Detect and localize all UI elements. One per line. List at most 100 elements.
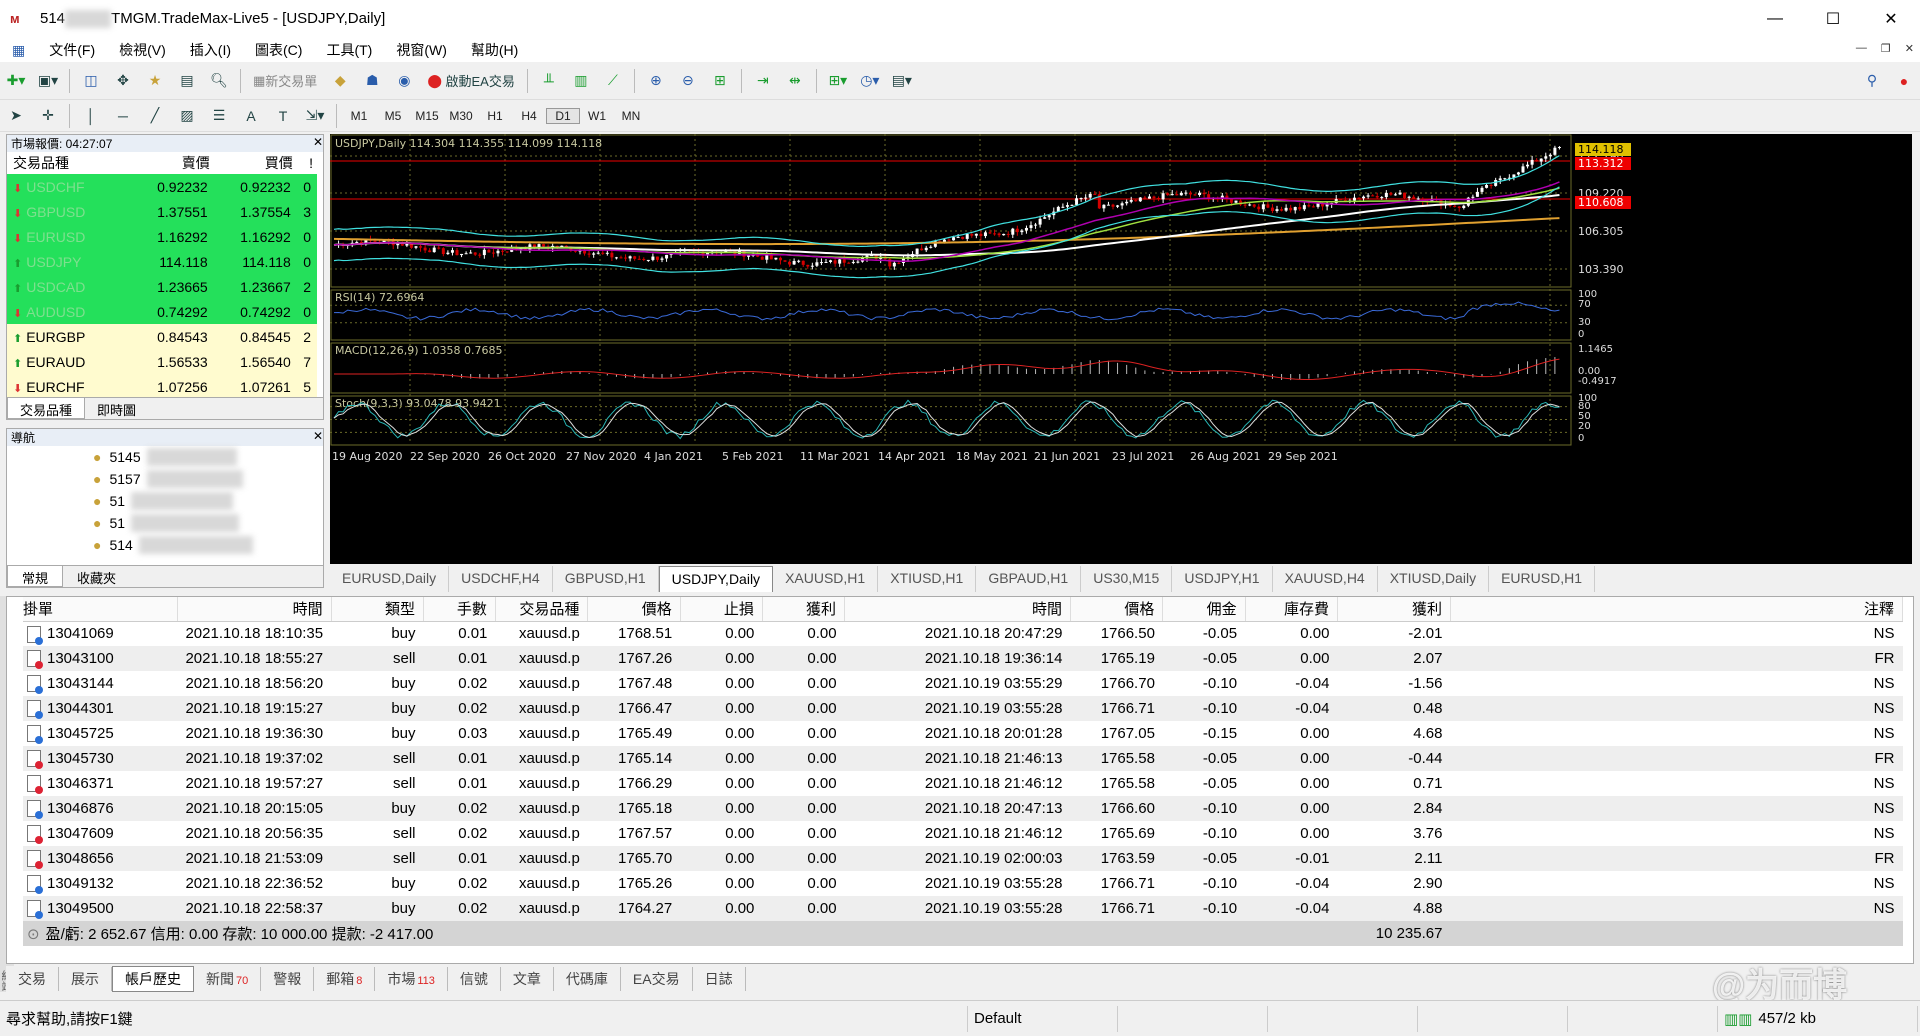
chart-tab[interactable]: USDJPY,H1: [1172, 566, 1273, 592]
data-window-icon[interactable]: ✥: [110, 68, 136, 94]
table-row[interactable]: 13048656 2021.10.18 21:53:09 sell 0.01 xauus…: [23, 846, 1903, 871]
chart-tab[interactable]: XAUUSD,H4: [1273, 566, 1378, 592]
chart-tab[interactable]: GBPUSD,H1: [553, 566, 659, 592]
navigator-account-item[interactable]: ● 51: [7, 512, 323, 534]
table-row[interactable]: 13043144 2021.10.18 18:56:20 buy 0.02 xauusd…: [23, 671, 1903, 696]
column-header[interactable]: 止損: [680, 597, 763, 622]
line-chart-icon[interactable]: ⟋: [600, 68, 626, 94]
terminal-tab[interactable]: 日誌: [693, 967, 746, 991]
market-watch-row[interactable]: ⬆ USDCAD 1.23665 1.23667 2: [7, 274, 317, 299]
table-row[interactable]: 13045730 2021.10.18 19:37:02 sell 0.01 xauus…: [23, 746, 1903, 771]
timeframe-m15[interactable]: M15: [410, 109, 444, 123]
market-watch-row[interactable]: ⬆ EURGBP 0.84543 0.84545 2: [7, 324, 317, 349]
chart-tab[interactable]: XTIUSD,Daily: [1378, 566, 1490, 592]
vps-icon[interactable]: ◉: [391, 68, 417, 94]
chart-shift-icon[interactable]: ⇹: [782, 68, 808, 94]
symbol-cell[interactable]: ⬇ GBPUSD: [7, 199, 131, 224]
menu-help[interactable]: 幫助(H): [459, 40, 530, 60]
timeframe-d1[interactable]: D1: [546, 107, 580, 124]
column-header[interactable]: 時間: [844, 597, 1071, 622]
timeframe-h4[interactable]: H4: [512, 109, 546, 123]
table-row[interactable]: 13049132 2021.10.18 22:36:52 buy 0.02 xauusd…: [23, 871, 1903, 896]
price-chart[interactable]: USDJPY,Daily 114.304 114.355 114.099 114…: [330, 134, 1912, 564]
minimize-button[interactable]: —: [1746, 0, 1804, 38]
templates-icon[interactable]: ▤▾: [889, 68, 915, 94]
terminal-tab[interactable]: 文章: [501, 967, 554, 991]
chart-tab[interactable]: USDJPY,Daily: [658, 566, 774, 592]
column-header[interactable]: !: [297, 152, 317, 174]
terminal-tab[interactable]: 警報: [261, 967, 315, 991]
market-watch-row[interactable]: ⬇ EURUSD 1.16292 1.16292 0: [7, 224, 317, 249]
trendline-icon[interactable]: ╱: [142, 103, 168, 129]
column-header[interactable]: 賣價: [131, 152, 214, 174]
symbol-cell[interactable]: ⬆ USDJPY: [7, 249, 131, 274]
chart-tab[interactable]: EURUSD,Daily: [330, 566, 450, 592]
column-header[interactable]: 交易品種: [7, 152, 131, 174]
new-chart-icon[interactable]: ✚▾: [3, 68, 29, 94]
navigator-account-item[interactable]: ● 5145: [7, 446, 323, 468]
tab-favorites[interactable]: 收藏夾: [63, 566, 130, 587]
column-header[interactable]: 價格: [587, 597, 681, 622]
table-row[interactable]: 13044301 2021.10.18 19:15:27 buy 0.02 xauusd…: [23, 696, 1903, 721]
timeframe-h1[interactable]: H1: [478, 109, 512, 123]
indicators-icon[interactable]: ⊞▾: [825, 68, 851, 94]
bar-chart-icon[interactable]: ╨: [536, 68, 562, 94]
column-header[interactable]: 手數: [423, 597, 496, 622]
mdi-restore-icon[interactable]: ❐: [1881, 42, 1891, 55]
horizontal-line-icon[interactable]: ─: [110, 103, 136, 129]
menu-window[interactable]: 視窗(W): [384, 40, 459, 60]
table-row[interactable]: 13046371 2021.10.18 19:57:27 sell 0.01 xauus…: [23, 771, 1903, 796]
terminal-tab[interactable]: 帳戶歷史: [112, 966, 194, 992]
close-button[interactable]: ✕: [1862, 0, 1920, 38]
terminal-tab[interactable]: 交易: [6, 967, 59, 991]
mdi-icon[interactable]: ▦: [0, 42, 37, 59]
arrows-icon[interactable]: ⇲▾: [302, 103, 328, 129]
menu-charts[interactable]: 圖表(C): [243, 40, 314, 60]
column-header[interactable]: 價格: [1070, 597, 1164, 622]
table-row[interactable]: 13043100 2021.10.18 18:55:27 sell 0.01 xauus…: [23, 646, 1903, 671]
market-watch-row[interactable]: ⬆ EURAUD 1.56533 1.56540 7: [7, 349, 317, 374]
new-order-button[interactable]: ▦ 新交易單: [249, 68, 321, 94]
close-icon[interactable]: ✕: [313, 135, 323, 152]
terminal-tab[interactable]: EA交易: [621, 967, 693, 991]
timeframe-mn[interactable]: MN: [614, 109, 648, 123]
crosshair-icon[interactable]: ✛: [35, 103, 61, 129]
timeframe-w1[interactable]: W1: [580, 109, 614, 123]
auto-scroll-icon[interactable]: ⇥: [750, 68, 776, 94]
cursor-icon[interactable]: ➤: [3, 103, 29, 129]
terminal-tab[interactable]: 新聞 70: [194, 967, 262, 991]
candlestick-icon[interactable]: ▥: [568, 68, 594, 94]
chart-tab[interactable]: GBPAUD,H1: [976, 566, 1082, 592]
timeframe-m1[interactable]: M1: [342, 109, 376, 123]
navigator-icon[interactable]: ★: [142, 68, 168, 94]
chart-tab[interactable]: US30,M15: [1081, 566, 1173, 592]
autotrading-button[interactable]: ⬤ 啟動EA交易: [423, 68, 519, 94]
tab-tick-chart[interactable]: 即時圖: [85, 398, 148, 419]
table-row[interactable]: 13049500 2021.10.18 22:58:37 buy 0.02 xauusd…: [23, 896, 1903, 921]
column-header[interactable]: 獲利: [762, 597, 846, 622]
market-watch-row[interactable]: ⬆ USDJPY 114.118 114.118 0: [7, 249, 317, 274]
navigator-account-item[interactable]: ● 514: [7, 534, 323, 556]
tab-common[interactable]: 常規: [7, 566, 64, 587]
timeframe-m5[interactable]: M5: [376, 109, 410, 123]
symbol-cell[interactable]: ⬆ EURAUD: [7, 349, 131, 374]
notifications-icon[interactable]: ●: [1891, 68, 1917, 94]
table-row[interactable]: 13047609 2021.10.18 20:56:35 sell 0.02 xauus…: [23, 821, 1903, 846]
chart-tab[interactable]: EURUSD,H1: [1489, 566, 1595, 592]
table-row[interactable]: 13046876 2021.10.18 20:15:05 buy 0.02 xauusd…: [23, 796, 1903, 821]
maximize-button[interactable]: ☐: [1804, 0, 1862, 38]
tab-symbols[interactable]: 交易品種: [7, 398, 86, 419]
menu-tools[interactable]: 工具(T): [314, 40, 384, 60]
terminal-tab[interactable]: 展示: [59, 967, 112, 991]
zoom-in-icon[interactable]: ⊕: [643, 68, 669, 94]
signals-icon[interactable]: ☗: [359, 68, 385, 94]
mdi-close-icon[interactable]: ✕: [1905, 42, 1914, 55]
vertical-line-icon[interactable]: │: [78, 103, 104, 129]
periods-icon[interactable]: ◷▾: [857, 68, 883, 94]
market-watch-row[interactable]: ⬇ AUDUSD 0.74292 0.74292 0: [7, 299, 317, 324]
navigator-account-item[interactable]: ● 5157: [7, 468, 323, 490]
chart-tab[interactable]: XTIUSD,H1: [878, 566, 977, 592]
column-header[interactable]: 獲利: [1337, 597, 1451, 622]
symbol-cell[interactable]: ⬇ EURCHF: [7, 374, 131, 399]
column-header[interactable]: 掛單: [23, 597, 178, 622]
